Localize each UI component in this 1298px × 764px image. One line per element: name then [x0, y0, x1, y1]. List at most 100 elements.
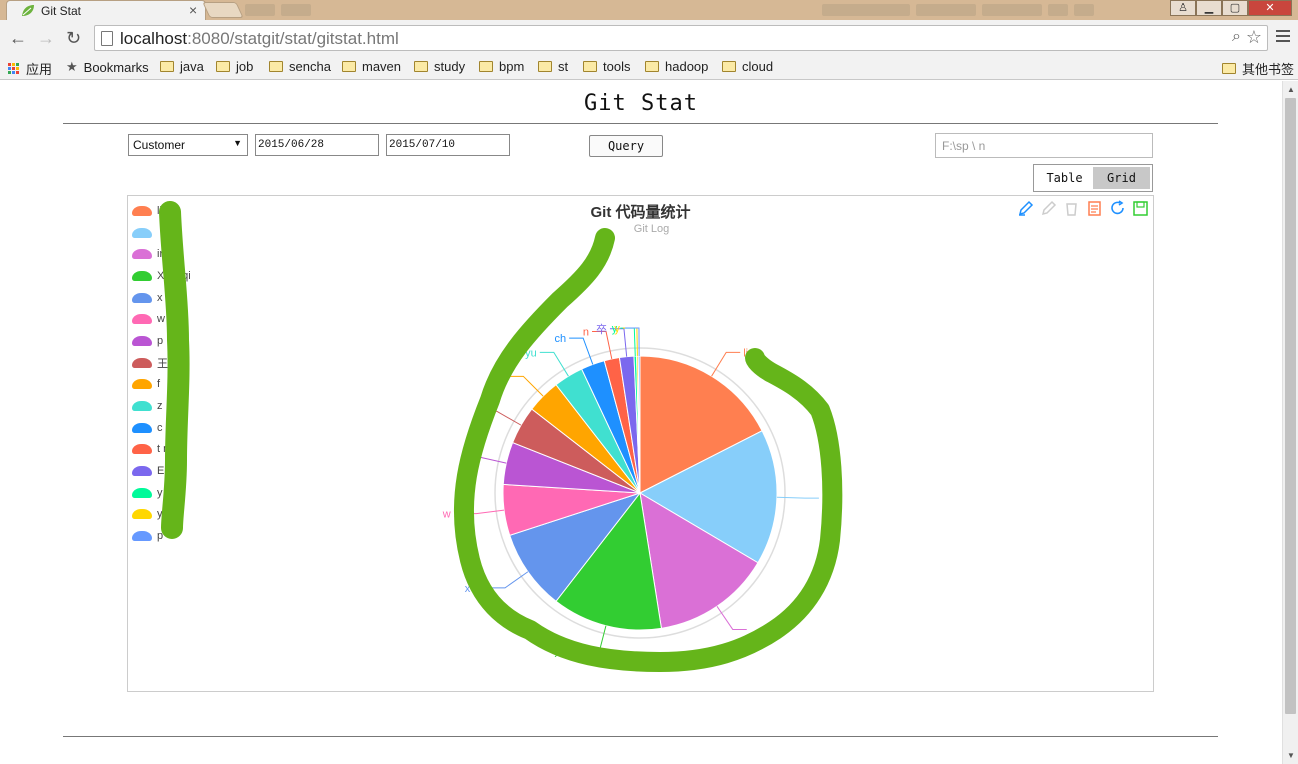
- query-button[interactable]: Query: [589, 135, 663, 157]
- other-tabs-right: [822, 4, 1094, 18]
- table-view-button[interactable]: Table: [1036, 167, 1093, 189]
- group-by-value: Customer: [133, 138, 186, 152]
- other-bookmarks-label: 其他书签: [1241, 62, 1294, 77]
- magnifier-icon[interactable]: ⌕: [1232, 28, 1241, 46]
- bookmark-folder-9[interactable]: tools: [583, 59, 630, 74]
- pie-label: 卒: [596, 322, 607, 336]
- tab-close-icon[interactable]: ×: [189, 2, 197, 18]
- new-tab-button[interactable]: [202, 2, 244, 18]
- scroll-up-arrow-icon[interactable]: ▲: [1287, 85, 1295, 94]
- pie-label: n: [583, 327, 589, 339]
- url-text: localhost:8080/statgit/stat/gitstat.html: [120, 29, 399, 48]
- folder-icon: [160, 61, 174, 72]
- pie-chart: liXi nqix ianw su yuchn 卒 yy: [442, 322, 819, 660]
- scrollbar-thumb[interactable]: [1285, 98, 1296, 714]
- bookmark-label: bpm: [499, 59, 525, 74]
- pie-label: yu: [525, 347, 537, 359]
- bookmark-folder-11[interactable]: cloud: [722, 59, 773, 74]
- pie-label-line: [711, 351, 741, 377]
- date-from-input[interactable]: 2015/06/28: [255, 134, 379, 156]
- user-icon[interactable]: ♙: [1170, 0, 1196, 16]
- pie-label: ch: [555, 333, 567, 345]
- bookmark-label: java: [180, 59, 204, 74]
- pie-label-line: [776, 496, 819, 499]
- forward-arrow-icon[interactable]: →: [37, 28, 55, 49]
- chrome-menu-icon[interactable]: [1276, 30, 1290, 45]
- pie-label-line: [716, 606, 747, 630]
- bookmark-star-icon[interactable]: ☆: [1246, 27, 1262, 48]
- bookmark-folder-5[interactable]: maven: [342, 59, 401, 74]
- pie-label: x ian: [465, 583, 488, 595]
- other-tabs: [245, 4, 311, 18]
- grid-view-button[interactable]: Grid: [1093, 167, 1150, 189]
- leaf-favicon-icon: [22, 5, 34, 16]
- folder-icon: [583, 61, 597, 72]
- bookmark-folder-4[interactable]: sencha: [269, 59, 331, 74]
- pie-label-line: [584, 625, 607, 654]
- pie-label-line: [491, 571, 529, 589]
- close-window-button[interactable]: ✕: [1248, 0, 1292, 16]
- pie-label: w s: [442, 509, 460, 521]
- minimize-button[interactable]: ▁: [1196, 0, 1222, 16]
- pie-label: y: [614, 323, 620, 335]
- bookmark-label: study: [434, 59, 466, 74]
- page-icon: [101, 31, 113, 46]
- address-bar[interactable]: localhost:8080/statgit/stat/gitstat.html…: [94, 25, 1268, 51]
- pie-label: li: [743, 347, 748, 359]
- scroll-down-arrow-icon[interactable]: ▼: [1287, 751, 1295, 760]
- bookmark-label: cloud: [742, 59, 774, 74]
- pie-label-line: [539, 351, 569, 377]
- bookmark-label: maven: [362, 59, 402, 74]
- bookmark-folder-8[interactable]: st: [538, 59, 568, 74]
- pie-label-line: [620, 327, 636, 357]
- pie-label-line: [464, 456, 507, 464]
- group-by-select[interactable]: Customer ▼: [128, 134, 248, 156]
- apps-grid-icon: [8, 63, 19, 74]
- folder-icon: [645, 61, 659, 72]
- view-toggle: Table Grid: [1033, 164, 1153, 192]
- folder-icon: [722, 61, 736, 72]
- bookmark-folder-3[interactable]: job: [216, 59, 253, 74]
- chart-panel: li in Xi enqi x ian w sp王fzc qw t nE y d3 y yp…: [127, 195, 1154, 692]
- tab-title: Git Stat: [41, 4, 82, 18]
- page-body: Git Stat Customer ▼ 2015/06/28 2015/07/1…: [0, 81, 1282, 764]
- reload-icon[interactable]: ↻: [66, 28, 81, 49]
- bookmark-folder-7[interactable]: bpm: [479, 59, 524, 74]
- browser-tab[interactable]: Git Stat ×: [6, 0, 206, 20]
- tab-strip: Git Stat × ♙ ▁ ▢ ✕: [0, 0, 1298, 20]
- dropdown-arrow-icon: ▼: [233, 138, 242, 148]
- repo-path-input[interactable]: F:\sp \ n: [935, 133, 1153, 158]
- bookmark-0[interactable]: 应用: [8, 59, 52, 78]
- bookmark-label: job: [236, 59, 254, 74]
- vertical-scrollbar[interactable]: ▲ ▼: [1282, 81, 1298, 764]
- pie-label-line: [462, 509, 505, 515]
- bookmark-folder-6[interactable]: study: [414, 59, 465, 74]
- date-to-input[interactable]: 2015/07/10: [386, 134, 510, 156]
- bookmark-folder-10[interactable]: hadoop: [645, 59, 708, 74]
- bookmark-label: sencha: [289, 59, 331, 74]
- folder-icon: [342, 61, 356, 72]
- pie-label: Xi nqi: [554, 648, 582, 660]
- page-title: Git Stat: [584, 91, 698, 116]
- bookmark-label: hadoop: [665, 59, 709, 74]
- folder-icon: [216, 61, 230, 72]
- pie-label: u: [500, 371, 506, 383]
- bookmark-label: tools: [603, 59, 631, 74]
- bookmark-label: Bookmarks: [83, 59, 149, 75]
- folder-icon: [479, 61, 493, 72]
- window-controls: ♙ ▁ ▢ ✕: [1170, 0, 1292, 16]
- bookmark-1[interactable]: ★ Bookmarks: [66, 59, 149, 75]
- folder-icon: [269, 61, 283, 72]
- pie-label-line: [509, 375, 544, 397]
- bookmarks-bar: 其他书签 应用 ★ Bookmarks java job sencha maven study…: [0, 56, 1298, 80]
- bookmark-label: st: [558, 59, 569, 74]
- back-arrow-icon[interactable]: ←: [9, 28, 27, 49]
- top-divider: [63, 123, 1218, 124]
- folder-icon: [1221, 63, 1236, 74]
- folder-icon: [538, 61, 552, 72]
- maximize-button[interactable]: ▢: [1222, 0, 1248, 16]
- bookmark-label: 应用: [26, 62, 53, 77]
- bookmark-folder-2[interactable]: java: [160, 59, 204, 74]
- star-icon: ★: [66, 59, 78, 74]
- other-bookmarks[interactable]: 其他书签: [1221, 59, 1294, 78]
